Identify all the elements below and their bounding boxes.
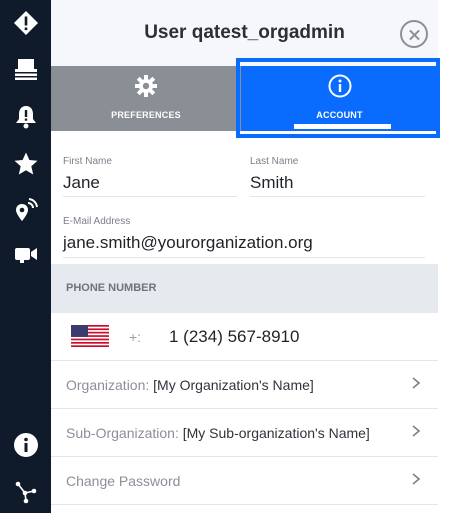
layers-icon[interactable] [0, 46, 51, 92]
left-sidebar [0, 0, 51, 513]
first-name-label: First Name [63, 156, 112, 167]
email-label: E-Mail Address [63, 216, 131, 227]
chevron-right-icon [412, 425, 421, 437]
organization-value: [My Organization's Name] [153, 377, 314, 393]
video-camera-icon[interactable] [0, 231, 51, 277]
divider [51, 504, 438, 505]
divider [63, 257, 425, 258]
organization-row[interactable]: Organization: [My Organization's Name] [51, 361, 438, 409]
tab-label-preferences: PREFERENCES [111, 109, 181, 120]
location-signal-icon[interactable] [0, 187, 51, 233]
star-icon[interactable] [0, 141, 51, 187]
divider [250, 196, 425, 197]
page-title: User qatest_orgadmin [144, 22, 345, 43]
last-name-field[interactable]: Last Name Smith [250, 156, 298, 193]
us-flag-icon[interactable] [71, 325, 109, 347]
chevron-right-icon [412, 473, 421, 485]
first-name-value: Jane [63, 173, 100, 192]
info-circle-icon[interactable] [0, 422, 51, 468]
panel-header: User qatest_orgadmin [51, 0, 438, 66]
phone-section-header: PHONE NUMBER [51, 264, 438, 313]
last-name-label: Last Name [250, 156, 299, 167]
change-password-label: Change Password [66, 473, 181, 489]
chevron-right-icon [412, 377, 421, 389]
bell-icon[interactable] [0, 94, 51, 140]
phone-section-title: PHONE NUMBER [66, 282, 157, 294]
change-password-row[interactable]: Change Password [51, 457, 438, 505]
close-icon[interactable] [400, 20, 428, 48]
sub-organization-label: Sub-Organization: [66, 425, 179, 441]
tab-preferences[interactable]: PREFERENCES [51, 66, 241, 131]
account-tab-highlight [236, 58, 440, 138]
last-name-value: Smith [250, 173, 294, 192]
phone-row[interactable]: +: 1 (234) 567-8910 [51, 313, 438, 361]
phone-number[interactable]: 1 (234) 567-8910 [169, 327, 299, 347]
country-code-prefix: +: [129, 329, 142, 345]
sub-organization-value: [My Sub-organization's Name] [182, 425, 370, 441]
sub-organization-row[interactable]: Sub-Organization: [My Sub-organization's… [51, 409, 438, 457]
gear-icon [135, 74, 157, 97]
organization-label: Organization: [66, 377, 150, 393]
email-value: jane.smith@yourorganization.org [63, 233, 313, 252]
alert-diamond-icon[interactable] [0, 0, 51, 46]
first-name-field[interactable]: First Name Jane [63, 156, 112, 193]
email-field[interactable]: E-Mail Address jane.smith@yourorganizati… [63, 216, 313, 253]
divider [63, 196, 237, 197]
network-nodes-icon[interactable] [0, 468, 51, 514]
